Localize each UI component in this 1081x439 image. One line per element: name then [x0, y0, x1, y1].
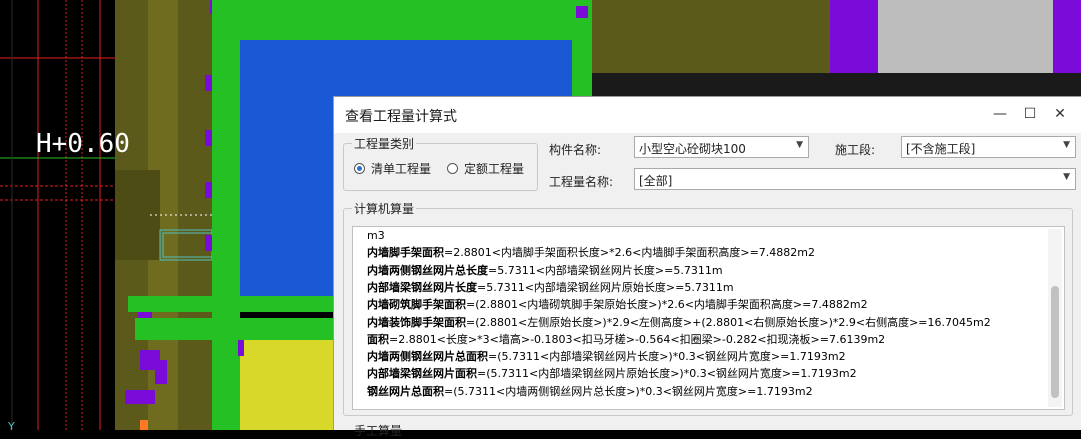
- close-icon[interactable]: ✕: [1047, 103, 1073, 125]
- formula-line: 内墙砌筑脚手架面积=(2.8801<内墙砌筑脚手架原始长度>)*2.6<内墙脚手…: [367, 298, 868, 312]
- formula-qty-name: 内墙两侧钢丝网片总面积: [367, 350, 488, 364]
- formula-expression: =2.8801<长度>*3<墙高>-0.1803<扣马牙槎>-0.564<扣圈梁…: [389, 332, 886, 346]
- formula-line: 内墙脚手架面积=2.8801<内墙脚手架面积长度>*2.6<内墙脚手架面积高度>…: [367, 246, 815, 260]
- formula-qty-name: 面积: [367, 332, 389, 346]
- formula-qty-name: 内墙装饰脚手架面积: [367, 315, 466, 329]
- formula-expression: =(5.7311<内部墙梁钢丝网片原始长度>)*0.3<钢丝网片宽度>=1.71…: [477, 367, 857, 381]
- construction-stage-label: 施工段:: [835, 143, 876, 157]
- dialog-titlebar[interactable]: 查看工程量计算式 — ☐ ✕: [334, 97, 1081, 133]
- formula-expression: =(2.8801<左侧原始长度>)*2.9<左侧高度>+(2.8801<右侧原始…: [466, 315, 991, 329]
- formula-expression: =5.7311<内部墙梁钢丝网片原始长度>=5.7311m: [477, 280, 734, 294]
- radio-quota-qty-label: 定额工程量: [464, 162, 525, 176]
- radio-bill-qty-label: 清单工程量: [371, 162, 432, 176]
- formula-line: 面积=2.8801<长度>*3<墙高>-0.1803<扣马牙槎>-0.564<扣…: [367, 333, 885, 347]
- component-name-value: 小型空心砼砌块100: [639, 142, 746, 156]
- formula-expression: m3: [367, 229, 385, 242]
- component-name-select[interactable]: 小型空心砼砌块100 ▼: [634, 136, 809, 158]
- qty-name-select[interactable]: [全部] ▼: [634, 168, 1076, 190]
- chevron-down-icon: ▼: [1063, 140, 1070, 150]
- qty-type-group: 工程量类别 清单工程量 定额工程量: [343, 135, 538, 191]
- formula-qty-name: 钢丝网片总面积: [367, 384, 444, 398]
- formula-expression: =(2.8801<内墙砌筑脚手架原始长度>)*2.6<内墙脚手架面积高度>=7.…: [466, 298, 868, 312]
- minimize-icon[interactable]: —: [987, 103, 1013, 125]
- qty-name-label: 工程量名称:: [549, 175, 614, 189]
- vertical-scrollbar[interactable]: [1048, 229, 1062, 407]
- computed-qty-group: 计算机算量 m3 内墙脚手架面积=2.8801<内墙脚手架面积长度>*2.6<内墙…: [343, 200, 1073, 416]
- radio-quota-qty-indicator: [447, 163, 458, 174]
- formula-qty-name: 内部墙梁钢丝网片面积: [367, 367, 477, 381]
- formula-qty-name: 内墙脚手架面积: [367, 246, 444, 260]
- formula-expression: =(5.7311<内部墙梁钢丝网片长度>)*0.3<钢丝网片宽度>=1.7193…: [488, 350, 846, 364]
- dialog-title: 查看工程量计算式: [345, 109, 457, 125]
- formula-line: 内部墙梁钢丝网片面积=(5.7311<内部墙梁钢丝网片原始长度>)*0.3<钢丝…: [367, 367, 857, 381]
- formula-line: 内部墙梁钢丝网片长度=5.7311<内部墙梁钢丝网片原始长度>=5.7311m: [367, 281, 734, 295]
- calc-formula-dialog: 查看工程量计算式 — ☐ ✕ 工程量类别 清单工程量 定额工程量 构件名称: 小…: [333, 96, 1081, 438]
- scrollbar-thumb[interactable]: [1051, 286, 1059, 398]
- formula-line: 钢丝网片总面积=(5.7311<内墙两侧钢丝网片总长度>)*0.3<钢丝网片宽度…: [367, 385, 813, 399]
- svg-text:Y: Y: [7, 420, 15, 430]
- component-name-label: 构件名称:: [549, 143, 602, 157]
- chevron-down-icon: ▼: [796, 140, 803, 150]
- formula-line: m3: [367, 229, 385, 243]
- construction-stage-select[interactable]: [不含施工段] ▼: [901, 136, 1076, 158]
- qty-type-group-title: 工程量类别: [352, 135, 417, 152]
- formula-line: 内墙装饰脚手架面积=(2.8801<左侧原始长度>)*2.9<左侧高度>+(2.…: [367, 316, 991, 330]
- formula-expression: =5.7311<内部墙梁钢丝网片长度>=5.7311m: [488, 263, 723, 277]
- chevron-down-icon: ▼: [1063, 172, 1070, 182]
- elevation-label: H+0.60: [36, 129, 130, 159]
- formula-textbox[interactable]: m3 内墙脚手架面积=2.8801<内墙脚手架面积长度>*2.6<内墙脚手架面积高…: [352, 226, 1065, 410]
- formula-qty-name: 内部墙梁钢丝网片长度: [367, 280, 477, 294]
- radio-bill-qty-indicator: [354, 163, 365, 174]
- formula-qty-name: 内墙砌筑脚手架面积: [367, 298, 466, 312]
- construction-stage-value: [不含施工段]: [906, 142, 976, 156]
- formula-line: 内墙两侧钢丝网片总面积=(5.7311<内部墙梁钢丝网片长度>)*0.3<钢丝网…: [367, 350, 846, 364]
- formula-expression: =(5.7311<内墙两侧钢丝网片总长度>)*0.3<钢丝网片宽度>=1.719…: [444, 384, 813, 398]
- formula-qty-name: 内墙两侧钢丝网片总长度: [367, 263, 488, 277]
- manual-qty-title: 手工算量: [354, 424, 403, 438]
- qty-name-value: [全部]: [639, 174, 673, 188]
- radio-bill-qty[interactable]: 清单工程量: [354, 160, 431, 177]
- formula-expression: =2.8801<内墙脚手架面积长度>*2.6<内墙脚手架面积高度>=7.4882…: [444, 246, 815, 260]
- formula-line: 内墙两侧钢丝网片总长度=5.7311<内部墙梁钢丝网片长度>=5.7311m: [367, 264, 723, 278]
- maximize-icon[interactable]: ☐: [1017, 103, 1043, 125]
- radio-quota-qty[interactable]: 定额工程量: [447, 160, 524, 177]
- computed-qty-title: 计算机算量: [352, 200, 417, 217]
